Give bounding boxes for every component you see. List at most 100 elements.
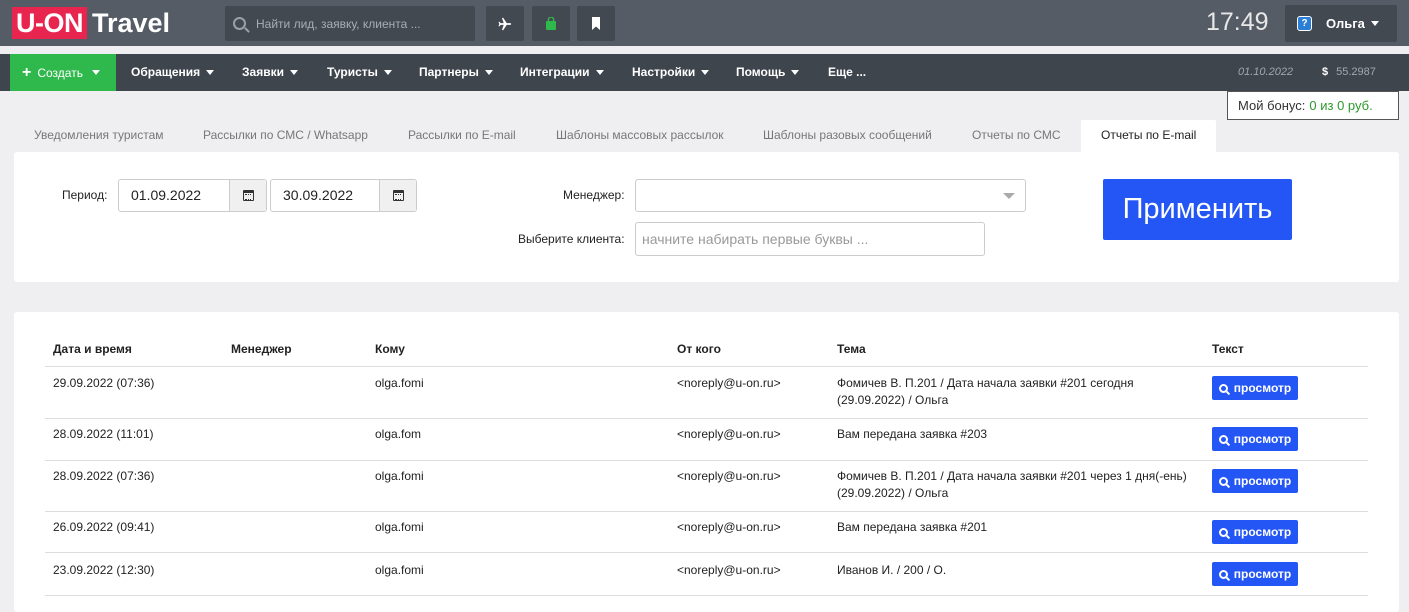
client-label: Выберите клиента: — [518, 232, 625, 246]
search-icon — [1218, 527, 1228, 537]
apply-button[interactable]: Применить — [1103, 179, 1292, 240]
divider — [45, 511, 1368, 512]
create-label: Создать — [37, 65, 83, 80]
nav-item-tourists[interactable]: Туристы — [327, 54, 392, 91]
create-button[interactable]: + Создать — [10, 54, 116, 91]
nav-item-more[interactable]: Еще ... — [828, 54, 866, 91]
view-button[interactable]: просмотр — [1212, 376, 1298, 400]
view-button[interactable]: просмотр — [1212, 520, 1298, 544]
chevron-down-icon — [484, 70, 493, 76]
date-to-value: 30.09.2022 — [283, 187, 354, 203]
divider — [45, 460, 1368, 461]
cell-from: <noreply@u-on.ru> — [677, 520, 781, 534]
cell-from: <noreply@u-on.ru> — [677, 469, 781, 483]
cell-subject-line1: Иванов И. / 200 / О. — [837, 563, 947, 577]
tab-tourist-notifications[interactable]: Уведомления туристам — [34, 120, 164, 152]
client-input[interactable]: начните набирать первые буквы ... — [635, 222, 985, 256]
bonus-label: Мой бонус: — [1238, 98, 1306, 113]
cell-datetime: 28.09.2022 (07:36) — [53, 469, 155, 483]
chevron-down-icon — [791, 70, 800, 76]
user-name: Ольга — [1326, 16, 1365, 31]
column-header-datetime: Дата и время — [53, 342, 132, 356]
cell-subject-line1: Вам передана заявка #203 — [837, 427, 988, 441]
bookmark-icon — [592, 17, 600, 30]
cell-datetime: 26.09.2022 (09:41) — [53, 520, 155, 534]
divider — [45, 418, 1368, 419]
chevron-down-icon — [1370, 21, 1379, 26]
nav-item-help[interactable]: Помощь — [736, 54, 800, 91]
calendar-button[interactable] — [379, 180, 416, 211]
view-button[interactable]: просмотр — [1212, 427, 1298, 451]
date-to-field[interactable]: 30.09.2022 — [270, 179, 417, 212]
cell-to: olga.fomi — [375, 469, 424, 483]
date-from-field[interactable]: 01.09.2022 — [118, 179, 267, 212]
cell-subject-line1: Вам передана заявка #201 — [837, 520, 988, 534]
view-button[interactable]: просмотр — [1212, 562, 1298, 586]
bookmark-button[interactable] — [577, 6, 615, 41]
cell-subject-line1: Фомичев В. П.201 / Дата начала заявки #2… — [837, 376, 1134, 390]
view-label: просмотр — [1233, 567, 1292, 581]
calendar-button[interactable] — [229, 180, 266, 211]
column-header-from: От кого — [677, 342, 721, 356]
nav-item-integrations[interactable]: Интеграции — [520, 54, 604, 91]
cell-to: olga.fomi — [375, 563, 424, 577]
search-input[interactable] — [256, 16, 466, 31]
nav-item-orders[interactable]: Заявки — [242, 54, 298, 91]
plus-icon: + — [22, 63, 32, 81]
nav-label: Партнеры — [419, 65, 479, 79]
cell-datetime: 29.09.2022 (07:36) — [53, 376, 155, 390]
nav-item-appeals[interactable]: Обращения — [131, 54, 215, 91]
date-from-value: 01.09.2022 — [131, 187, 202, 203]
search-icon — [1218, 569, 1228, 579]
cell-subject-line1: Фомичев В. П.201 / Дата начала заявки #2… — [837, 469, 1187, 483]
cell-from: <noreply@u-on.ru> — [677, 376, 781, 390]
chevron-down-icon — [383, 70, 392, 76]
manager-label: Менеджер: — [563, 188, 625, 202]
nav-label: Заявки — [242, 65, 284, 79]
tab-email-mailings[interactable]: Рассылки по E-mail — [408, 120, 516, 152]
nav-item-partners[interactable]: Партнеры — [419, 54, 493, 91]
tab-sms-whatsapp[interactable]: Рассылки по СМС / Whatsapp — [203, 120, 368, 152]
flights-button[interactable] — [486, 6, 524, 41]
nav-label: Настройки — [632, 65, 696, 79]
search-icon — [1218, 476, 1228, 486]
search-icon — [233, 17, 246, 30]
cell-datetime: 23.09.2022 (12:30) — [53, 563, 155, 577]
calendar-icon — [392, 190, 404, 201]
user-menu[interactable]: ? Ольга — [1285, 5, 1397, 42]
tab-email-reports[interactable]: Отчеты по E-mail — [1081, 120, 1217, 152]
chevron-down-icon — [701, 70, 710, 76]
view-label: просмотр — [1233, 381, 1292, 395]
help-icon[interactable]: ? — [1297, 16, 1312, 31]
cell-subject-line2: (29.09.2022) / Ольга — [837, 393, 949, 407]
view-button[interactable]: просмотр — [1212, 469, 1298, 493]
nav-label: Туристы — [327, 65, 378, 79]
chevron-down-icon — [206, 70, 215, 76]
manager-select[interactable] — [635, 179, 1026, 212]
column-header-subject: Тема — [837, 342, 866, 356]
logo-text: Travel — [92, 7, 171, 38]
period-label: Период: — [62, 188, 108, 202]
filter-panel: Период: 01.09.2022 30.09.2022 Менеджер: … — [14, 152, 1399, 282]
cell-from: <noreply@u-on.ru> — [677, 563, 781, 577]
nav-label: Обращения — [131, 65, 201, 79]
chevron-down-icon — [595, 70, 604, 76]
chevron-down-icon — [289, 70, 298, 76]
tab-single-templates[interactable]: Шаблоны разовых сообщений — [763, 120, 932, 152]
tab-sms-reports[interactable]: Отчеты по СМС — [972, 120, 1061, 152]
email-reports-table: Дата и время Менеджер Кому От кого Тема … — [14, 312, 1399, 612]
currency-rate[interactable]: $55.2987 — [1322, 54, 1376, 91]
logo[interactable]: U-ON Travel — [12, 7, 170, 39]
divider — [45, 366, 1368, 367]
column-header-manager: Менеджер — [231, 342, 292, 356]
cell-from: <noreply@u-on.ru> — [677, 427, 781, 441]
nav-item-settings[interactable]: Настройки — [632, 54, 710, 91]
tab-mass-templates[interactable]: Шаблоны массовых рассылок — [556, 120, 724, 152]
bag-button[interactable] — [532, 6, 570, 41]
view-label: просмотр — [1233, 525, 1292, 539]
bonus-value: 0 из 0 руб. — [1309, 98, 1373, 113]
cell-to: olga.fom — [375, 427, 422, 441]
view-label: просмотр — [1233, 432, 1292, 446]
bag-icon — [546, 17, 556, 30]
cell-to: olga.fomi — [375, 376, 424, 390]
